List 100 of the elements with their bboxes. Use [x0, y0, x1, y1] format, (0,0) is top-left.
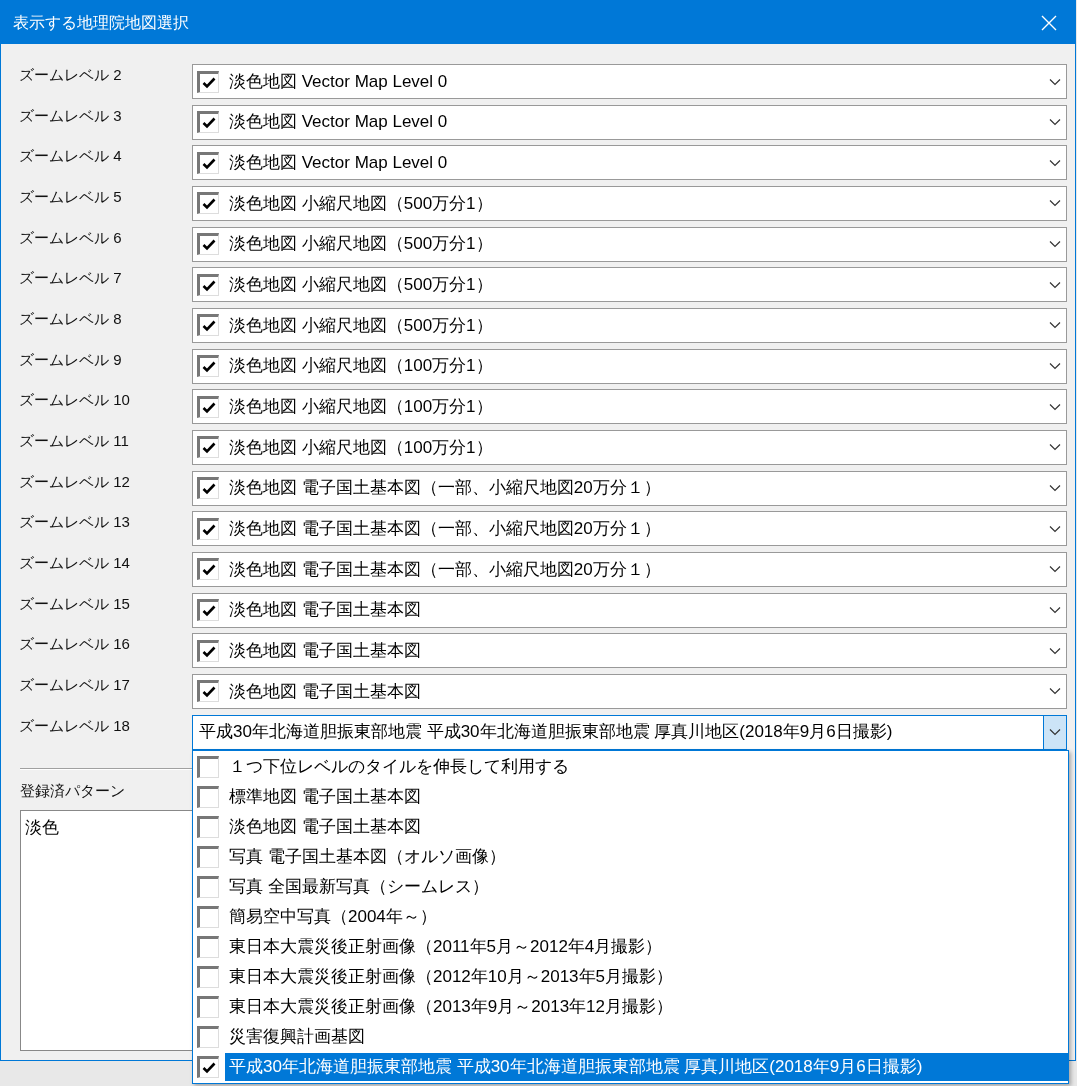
dropdown[interactable]: 淡色地図 小縮尺地図（100万分1） — [192, 429, 1067, 465]
dropdown[interactable]: 平成30年北海道胆振東部地震 平成30年北海道胆振東部地震 厚真川地区(2018年9月6日撮影) — [192, 714, 1067, 750]
zoom-level-label: ズームレベル 15 — [19, 593, 131, 614]
dropdown[interactable]: 淡色地図 Vector Map Level 0 — [192, 145, 1067, 181]
dropdown-option[interactable]: 東日本大震災後正射画像（2011年5月～2012年4月撮影） — [225, 932, 1068, 961]
zoom-level-label: ズームレベル 13 — [19, 512, 131, 533]
checkmark-icon — [202, 483, 216, 496]
dropdown-value: 淡色地図 電子国土基本図 — [229, 599, 421, 622]
checkbox[interactable] — [197, 875, 219, 898]
dropdown-option[interactable]: 標準地図 電子国土基本図 — [225, 782, 1068, 811]
checkmark-icon — [202, 564, 216, 577]
dropdown[interactable]: 淡色地図 Vector Map Level 0 — [192, 64, 1067, 99]
dropdown[interactable]: 淡色地図 電子国土基本図 — [192, 673, 1067, 709]
checkbox[interactable] — [197, 1055, 219, 1078]
dropdown[interactable]: 淡色地図 小縮尺地図（500万分1） — [192, 307, 1067, 343]
dropdown-value: 淡色地図 Vector Map Level 0 — [229, 111, 448, 134]
dropdown[interactable]: 淡色地図 小縮尺地図（100万分1） — [192, 389, 1067, 425]
checkmark-icon — [202, 605, 216, 618]
chevron-down-icon — [1048, 443, 1061, 452]
dropdown-value: 淡色地図 小縮尺地図（100万分1） — [229, 355, 493, 378]
dropdown-option[interactable]: 淡色地図 電子国土基本図 — [225, 812, 1068, 841]
dropdown-option[interactable]: 東日本大震災後正射画像（2012年10月～2013年5月撮影） — [225, 962, 1068, 991]
checkmark-icon — [202, 320, 216, 333]
zoom-level-label: ズームレベル 5 — [19, 186, 123, 207]
dropdown-option[interactable]: 簡易空中写真（2004年～） — [225, 902, 1068, 931]
checkbox[interactable] — [197, 755, 219, 778]
checkbox[interactable] — [197, 905, 219, 928]
dropdown-value: 淡色地図 小縮尺地図（500万分1） — [229, 233, 493, 256]
checkbox[interactable] — [197, 477, 219, 500]
zoom-level-label: ズームレベル 4 — [19, 146, 123, 167]
dropdown-option[interactable]: 平成30年北海道胆振東部地震 平成30年北海道胆振東部地震 厚真川地区(2018年9月6日撮影) — [225, 1052, 1068, 1081]
checkbox[interactable] — [197, 151, 219, 174]
zoom-level-label: ズームレベル 11 — [19, 430, 130, 451]
checkbox[interactable] — [197, 680, 219, 703]
checkbox[interactable] — [197, 517, 219, 540]
dropdown-option[interactable]: １つ下位レベルのタイルを伸長して利用する — [225, 752, 1068, 781]
dropdown-value: 淡色地図 小縮尺地図（500万分1） — [229, 192, 493, 215]
chevron-down-icon — [1048, 362, 1061, 371]
chevron-down-icon — [1048, 565, 1061, 574]
checkbox[interactable] — [197, 111, 219, 134]
checkbox[interactable] — [197, 314, 219, 337]
chevron-down-icon — [1048, 687, 1061, 696]
dropdown-value: 淡色地図 電子国土基本図 — [229, 680, 421, 703]
dropdown[interactable]: 淡色地図 電子国土基本図（一部、小縮尺地図20万分１） — [192, 511, 1067, 547]
dropdown-option[interactable]: 災害復興計画基図 — [225, 1022, 1068, 1051]
dropdown[interactable]: 淡色地図 電子国土基本図（一部、小縮尺地図20万分１） — [192, 551, 1067, 587]
checkmark-icon — [202, 76, 216, 89]
dropdown[interactable]: 淡色地図 小縮尺地図（500万分1） — [192, 185, 1067, 221]
chevron-down-icon — [1048, 158, 1061, 167]
dropdown-value: 淡色地図 電子国土基本図（一部、小縮尺地図20万分１） — [229, 558, 661, 581]
dropdown[interactable]: 淡色地図 小縮尺地図（500万分1） — [192, 226, 1067, 262]
checkbox[interactable] — [197, 70, 219, 93]
chevron-down-icon — [1048, 199, 1061, 208]
checkbox[interactable] — [197, 558, 219, 581]
zoom-level-label: ズームレベル 14 — [19, 552, 131, 573]
window-title: 表示する地理院地図選択 — [13, 12, 189, 33]
chevron-down-icon — [1048, 524, 1061, 533]
chevron-down-icon — [1048, 484, 1061, 493]
checkbox[interactable] — [197, 395, 219, 418]
checkbox[interactable] — [197, 355, 219, 378]
dropdown-option[interactable]: 写真 電子国土基本図（オルソ画像） — [225, 842, 1068, 871]
dropdown[interactable]: 淡色地図 電子国土基本図 — [192, 592, 1067, 628]
zoom-level-label: ズームレベル 16 — [19, 634, 131, 655]
checkbox[interactable] — [197, 935, 219, 958]
zoom-level-label: ズームレベル 6 — [19, 227, 123, 248]
dropdown-option[interactable]: 東日本大震災後正射画像（2013年9月～2013年12月撮影） — [225, 992, 1068, 1021]
zoom-level-label: ズームレベル 10 — [19, 390, 131, 411]
dropdown-value: 淡色地図 Vector Map Level 0 — [229, 70, 448, 93]
checkbox[interactable] — [197, 785, 219, 808]
dropdown-value: 平成30年北海道胆振東部地震 平成30年北海道胆振東部地震 厚真川地区(2018年9月6日撮影) — [199, 721, 893, 744]
dropdown[interactable]: 淡色地図 電子国土基本図 — [192, 633, 1067, 669]
checkbox[interactable] — [197, 965, 219, 988]
checkbox[interactable] — [197, 273, 219, 296]
chevron-down-icon — [1048, 77, 1061, 86]
checkbox[interactable] — [197, 1025, 219, 1048]
checkbox[interactable] — [197, 815, 219, 838]
checkbox[interactable] — [197, 436, 219, 459]
checkbox[interactable] — [197, 233, 219, 256]
checkmark-icon — [202, 361, 216, 374]
zoom-level-label: ズームレベル 17 — [19, 674, 131, 695]
dropdown-option[interactable]: 写真 全国最新写真（シームレス） — [225, 872, 1068, 901]
chevron-down-icon — [1048, 606, 1061, 615]
checkmark-icon — [202, 523, 216, 536]
dropdown[interactable]: 淡色地図 電子国土基本図（一部、小縮尺地図20万分１） — [192, 470, 1067, 506]
dropdown-value: 淡色地図 小縮尺地図（100万分1） — [229, 396, 493, 418]
checkbox[interactable] — [197, 639, 219, 662]
checkmark-icon — [202, 645, 216, 658]
dropdown[interactable]: 淡色地図 小縮尺地図（500万分1） — [192, 267, 1067, 303]
checkmark-icon — [202, 157, 216, 170]
checkbox[interactable] — [197, 599, 219, 622]
checkbox[interactable] — [197, 995, 219, 1018]
checkmark-icon — [202, 442, 216, 455]
checkbox[interactable] — [197, 192, 219, 215]
checkbox[interactable] — [197, 845, 219, 868]
zoom-level-label: ズームレベル 8 — [19, 308, 123, 329]
dropdown[interactable]: 淡色地図 Vector Map Level 0 — [192, 104, 1067, 140]
dropdown-button[interactable] — [1043, 715, 1066, 749]
dropdown-value: 淡色地図 電子国土基本図（一部、小縮尺地図20万分１） — [229, 477, 661, 500]
dropdown-value: 淡色地図 小縮尺地図（100万分1） — [229, 436, 493, 459]
dropdown[interactable]: 淡色地図 小縮尺地図（100万分1） — [192, 348, 1067, 384]
